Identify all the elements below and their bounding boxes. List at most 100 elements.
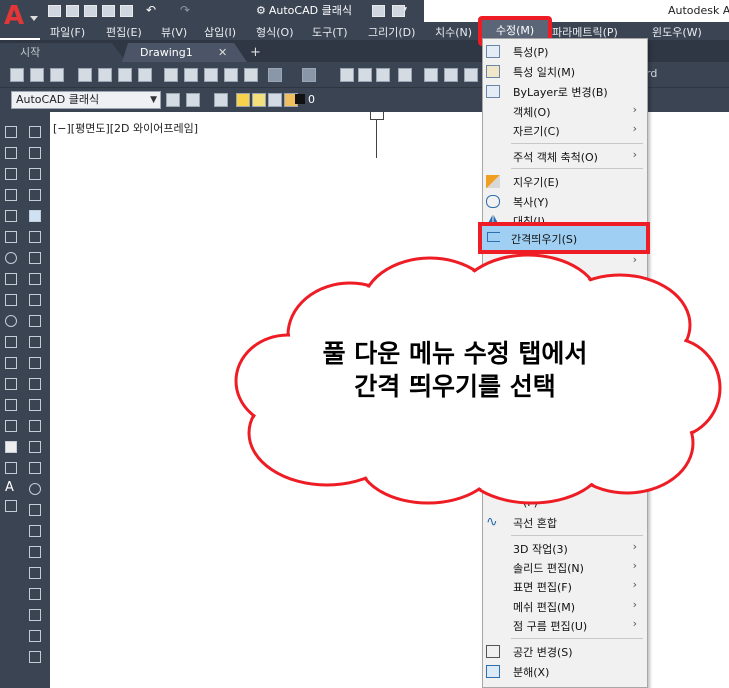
rotate-tool-icon[interactable]	[29, 252, 41, 264]
menu-tools[interactable]: 도구(T)	[312, 24, 348, 40]
menu-item-properties[interactable]: 특성(P)	[483, 42, 647, 61]
ellipse-arc-icon[interactable]	[5, 336, 17, 348]
design-center-icon[interactable]	[444, 68, 458, 82]
menu-draw[interactable]: 그리기(D)	[368, 24, 415, 40]
plot-icon[interactable]	[392, 5, 405, 17]
lightbulb-icon[interactable]	[236, 93, 250, 107]
menu-item-3d-operations[interactable]: 3D 작업(3) ›	[483, 539, 647, 558]
viewport-freeze-icon[interactable]	[268, 93, 282, 107]
revision-cloud-icon[interactable]	[5, 273, 17, 285]
redo-icon[interactable]: ↷	[180, 3, 198, 17]
publish-icon[interactable]	[118, 68, 132, 82]
extend-tool-icon[interactable]	[29, 336, 41, 348]
zoom-window-icon[interactable]	[376, 68, 390, 82]
menu-window[interactable]: 윈도우(W)	[652, 24, 702, 40]
zoom-previous-icon[interactable]	[398, 68, 412, 82]
new-file-icon[interactable]	[48, 5, 61, 17]
point-icon[interactable]	[5, 399, 17, 411]
save-icon[interactable]	[50, 68, 64, 82]
new-tab-button[interactable]: +	[244, 43, 264, 62]
menu-item-point-cloud-editing[interactable]: 점 구름 편집(U) ›	[483, 616, 647, 635]
properties-icon[interactable]	[424, 68, 438, 82]
snap-node-icon[interactable]	[29, 609, 41, 621]
insert-block-icon[interactable]	[5, 357, 17, 369]
ellipse-icon[interactable]	[5, 315, 17, 327]
offset-tool-icon[interactable]	[29, 189, 41, 201]
spline-icon[interactable]	[5, 294, 17, 306]
menu-insert[interactable]: 삽입(I)	[204, 24, 236, 40]
layer-icon[interactable]	[372, 5, 385, 17]
color-swatch[interactable]	[295, 94, 305, 104]
snap-tangent-icon[interactable]	[29, 525, 41, 537]
viewport-controls-label[interactable]: [−][평면도][2D 와이어프레임]	[53, 120, 198, 136]
break-tool-icon[interactable]	[29, 357, 41, 369]
array-tool-icon[interactable]	[29, 210, 41, 222]
menu-item-surface-editing[interactable]: 표면 편집(F) ›	[483, 577, 647, 596]
menu-file[interactable]: 파일(F)	[50, 24, 85, 40]
tab-drawing1[interactable]: Drawing1 ✕	[122, 43, 247, 62]
menu-edit[interactable]: 편집(E)	[106, 24, 142, 40]
current-layer-value[interactable]: 0	[308, 93, 315, 106]
snap-none-icon[interactable]	[29, 651, 41, 663]
snap-nearest-icon[interactable]	[29, 630, 41, 642]
make-block-icon[interactable]	[5, 378, 17, 390]
menu-item-solid-editing[interactable]: 솔리드 편집(N) ›	[483, 558, 647, 577]
match-prop-icon[interactable]	[224, 68, 238, 82]
menu-item-object[interactable]: 객체(O) ›	[483, 102, 647, 121]
menu-view[interactable]: 뷰(V)	[161, 24, 187, 40]
multiline-text-icon[interactable]: A	[5, 481, 17, 494]
tool-palettes-icon[interactable]	[464, 68, 478, 82]
rectangle-icon[interactable]	[5, 210, 17, 222]
new-icon[interactable]	[10, 68, 24, 82]
block-editor-icon[interactable]	[244, 68, 258, 82]
gear-icon[interactable]	[166, 93, 180, 107]
polyline-icon[interactable]	[5, 168, 17, 180]
layer-properties-icon[interactable]	[214, 93, 228, 107]
sun-icon[interactable]	[252, 93, 266, 107]
application-menu-button[interactable]: A	[0, 0, 40, 38]
menu-item-match-properties[interactable]: 특성 일치(M)	[483, 62, 647, 81]
menu-item-explode[interactable]: 분해(X)	[483, 662, 647, 681]
menu-item-annotative-scale[interactable]: 주석 객체 축척(O) ›	[483, 147, 647, 166]
line-icon[interactable]	[5, 126, 17, 138]
undo-icon[interactable]: ↶	[146, 3, 164, 17]
table-icon[interactable]	[5, 462, 17, 474]
menu-item-copy[interactable]: 복사(Y)	[483, 192, 647, 211]
snap-parallel-icon[interactable]	[29, 567, 41, 579]
menu-item-change-space[interactable]: 공간 변경(S)	[483, 642, 647, 661]
open-icon[interactable]	[30, 68, 44, 82]
mirror-tool-icon[interactable]	[29, 168, 41, 180]
menu-dimension[interactable]: 치수(N)	[435, 24, 472, 40]
trim-tool-icon[interactable]	[29, 315, 41, 327]
hatch-icon[interactable]	[5, 420, 17, 432]
copy-tool-icon[interactable]	[29, 147, 41, 159]
menu-item-mesh-editing[interactable]: 메쉬 편집(M) ›	[483, 597, 647, 616]
workspace-settings-icon[interactable]	[186, 93, 200, 107]
close-icon[interactable]: ✕	[218, 43, 227, 62]
cut-icon[interactable]	[164, 68, 178, 82]
plot-icon[interactable]	[78, 68, 92, 82]
explode-tool-icon[interactable]	[29, 441, 41, 453]
region-icon[interactable]	[5, 441, 17, 453]
3d-print-icon[interactable]	[138, 68, 152, 82]
paste-icon[interactable]	[204, 68, 218, 82]
menu-item-offset[interactable]: 간격띄우기(S)	[478, 222, 650, 254]
polygon-icon[interactable]	[5, 189, 17, 201]
save-icon[interactable]	[84, 5, 97, 17]
snap-quadrant-icon[interactable]	[29, 504, 41, 516]
stretch-tool-icon[interactable]	[29, 294, 41, 306]
menu-item-change-to-bylayer[interactable]: ByLayer로 변경(B)	[483, 82, 647, 101]
snap-center-icon[interactable]	[29, 483, 41, 495]
circle-icon[interactable]	[5, 252, 17, 264]
save-as-icon[interactable]	[102, 5, 115, 17]
menu-item-blend-curves[interactable]: ∿ 곡선 혼합	[483, 513, 647, 532]
join-tool-icon[interactable]	[29, 378, 41, 390]
zoom-realtime-icon[interactable]	[358, 68, 372, 82]
add-selected-icon[interactable]	[5, 500, 17, 512]
snap-insert-icon[interactable]	[29, 588, 41, 600]
plot-preview-icon[interactable]	[98, 68, 112, 82]
dimension-tool-icon[interactable]	[29, 462, 41, 474]
print-icon[interactable]	[120, 5, 133, 17]
menu-item-erase[interactable]: 지우기(E)	[483, 172, 647, 191]
tab-start[interactable]: 시작	[0, 43, 126, 62]
